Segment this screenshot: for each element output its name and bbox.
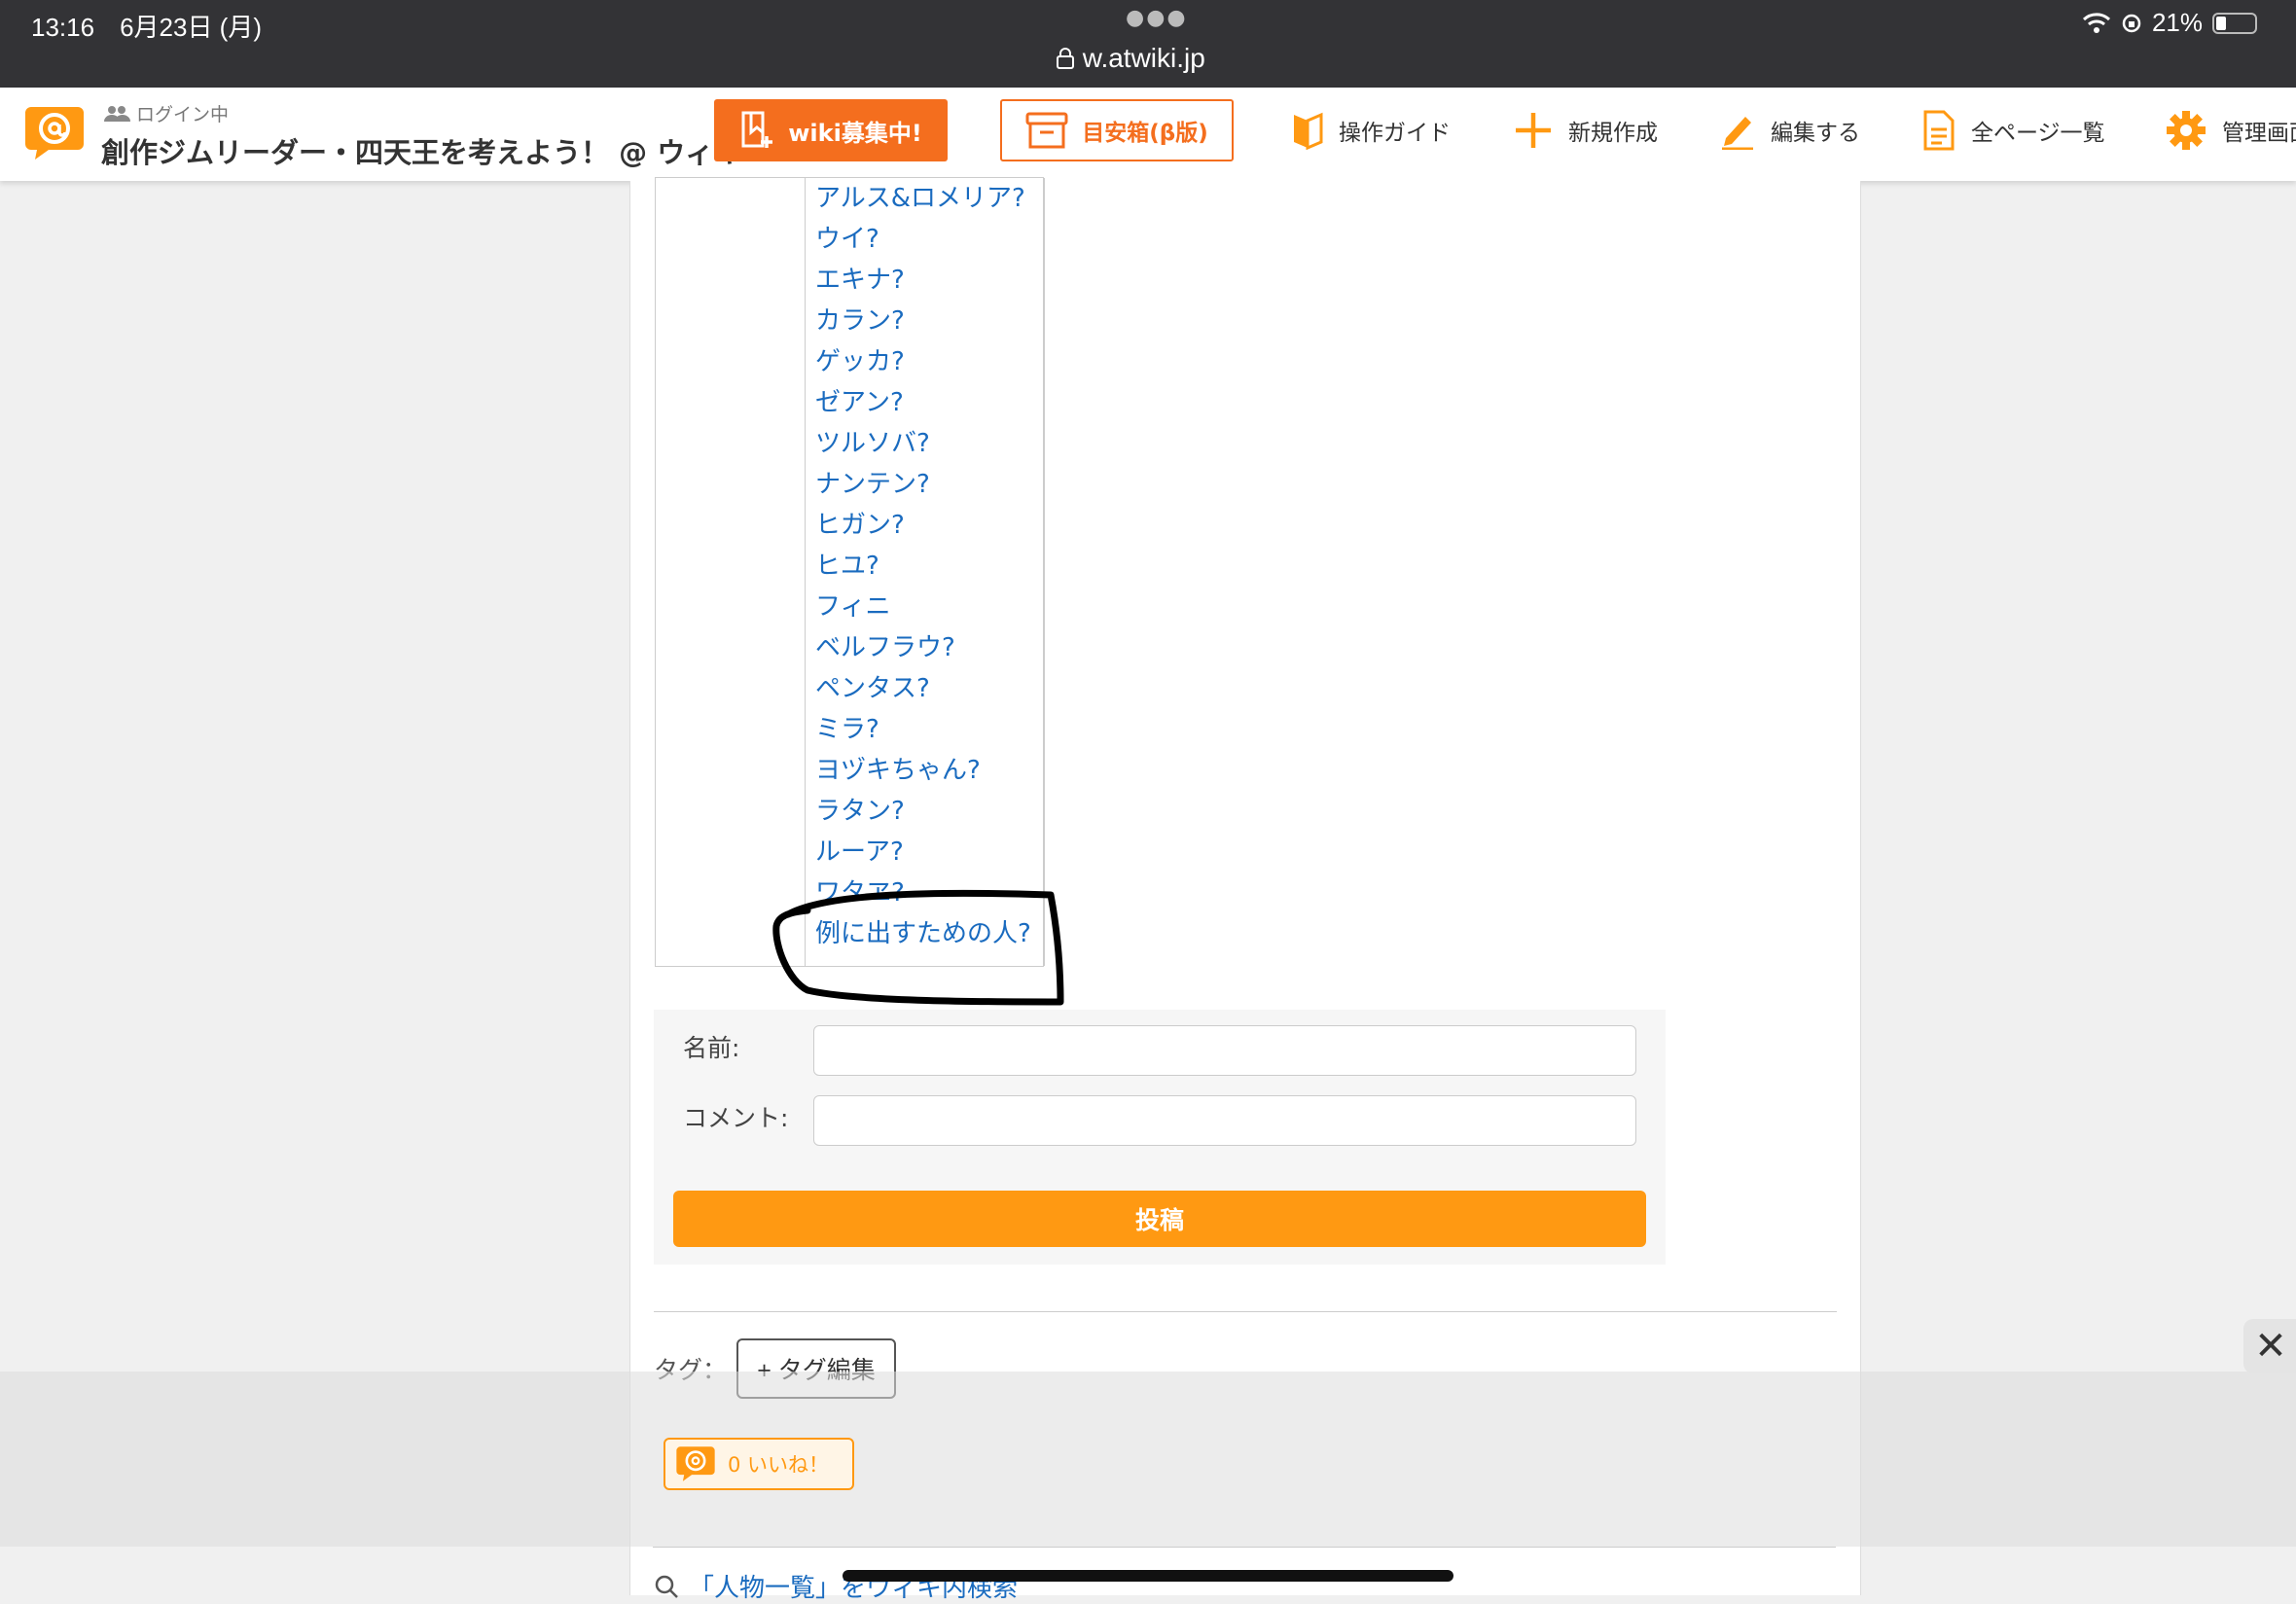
more-dots-icon[interactable]: ●●● xyxy=(1126,6,1188,30)
character-link[interactable]: ゲッカ? xyxy=(815,341,905,377)
all-pages-label: 全ページ一覧 xyxy=(1971,121,2105,146)
character-link[interactable]: ミラ? xyxy=(815,709,879,745)
new-page-link[interactable]: 新規作成 xyxy=(1514,103,1658,158)
name-input[interactable] xyxy=(813,1025,1636,1076)
site-header: ログイン中 創作ジムリーダー・四天王を考えよう！ @ ウィキ wiki募集中! … xyxy=(0,88,2296,181)
character-link[interactable]: ヨヅキちゃん? xyxy=(815,750,981,786)
character-list-table: アルス&ロメリア? ウイ? エキナ? カラン? ゲッカ? ゼアン? ツルソバ? … xyxy=(655,177,1045,967)
all-pages-link[interactable]: 全ページ一覧 xyxy=(1922,103,2105,158)
atwiki-like-icon xyxy=(676,1446,715,1481)
comment-form: 名前: コメント: 投稿 xyxy=(654,1010,1666,1265)
wiki-recruit-label: wiki募集中! xyxy=(788,119,922,147)
like-button[interactable]: 0 いいね！ xyxy=(664,1438,854,1490)
address-bar[interactable]: w.atwiki.jp xyxy=(1056,43,1205,74)
battery-icon xyxy=(2212,12,2257,34)
guide-label: 操作ガイド xyxy=(1339,121,1451,146)
wiki-recruit-button[interactable]: wiki募集中! xyxy=(714,99,948,161)
character-link[interactable]: アルス&ロメリア? xyxy=(815,178,1025,214)
character-link[interactable]: ワタヱ? xyxy=(815,873,905,909)
suggestion-box-button[interactable]: 目安箱(β版) xyxy=(1000,99,1234,161)
character-link[interactable]: ペンタス? xyxy=(815,668,930,704)
login-status: ログイン中 xyxy=(103,100,229,126)
character-list-cell: アルス&ロメリア? ウイ? エキナ? カラン? ゲッカ? ゼアン? ツルソバ? … xyxy=(805,178,1045,966)
url-text: w.atwiki.jp xyxy=(1082,43,1205,73)
section-divider xyxy=(653,1547,1836,1548)
atwiki-logo-icon[interactable] xyxy=(23,105,86,161)
edit-link[interactable]: 編集する xyxy=(1720,103,1860,158)
suggestion-box-label: 目安箱(β版) xyxy=(1082,121,1208,146)
guide-link[interactable]: 操作ガイド xyxy=(1292,103,1451,158)
section-divider xyxy=(654,1311,1837,1312)
character-link[interactable]: ナンテン? xyxy=(815,464,930,500)
bookmark-add-icon xyxy=(741,111,773,148)
character-link[interactable]: ラタン? xyxy=(815,791,905,827)
battery-percent: 21% xyxy=(2151,8,2203,37)
beginner-mark-icon xyxy=(1294,112,1323,150)
character-link[interactable]: ツルソバ? xyxy=(815,423,930,459)
edit-label: 編集する xyxy=(1771,121,1860,146)
users-icon xyxy=(104,105,130,122)
character-link[interactable]: ベルフラウ? xyxy=(815,627,955,663)
comment-input[interactable] xyxy=(813,1095,1636,1146)
character-link[interactable]: ゼアン? xyxy=(815,382,904,418)
character-link[interactable]: ヒユ? xyxy=(815,546,879,582)
status-bar: 13:16 6月23日 (月) ●●● w.atwiki.jp 21% xyxy=(0,0,2296,88)
comment-label: コメント: xyxy=(683,1104,789,1132)
rotation-lock-icon xyxy=(2122,14,2141,32)
character-link[interactable]: ヒガン? xyxy=(815,505,905,541)
new-page-label: 新規作成 xyxy=(1568,121,1658,146)
admin-link[interactable]: 管理画面 xyxy=(2166,103,2296,158)
character-link[interactable]: 例に出すための人? xyxy=(815,913,1031,949)
wifi-icon xyxy=(2082,12,2110,33)
home-indicator[interactable] xyxy=(843,1570,1453,1582)
close-icon: ✕ xyxy=(2254,1324,2287,1369)
login-label: ログイン中 xyxy=(136,104,230,125)
status-right: 21% xyxy=(2082,8,2257,38)
document-icon xyxy=(1923,110,1955,151)
plus-icon xyxy=(1516,113,1551,148)
wiki-title[interactable]: 創作ジムリーダー・四天王を考えよう！ @ ウィキ xyxy=(101,130,741,171)
character-link[interactable]: ウイ? xyxy=(815,219,879,255)
name-label: 名前: xyxy=(683,1034,740,1062)
character-link[interactable]: カラン? xyxy=(815,301,905,337)
close-overlay-button[interactable]: ✕ xyxy=(2243,1319,2296,1373)
admin-label: 管理画面 xyxy=(2222,121,2296,146)
character-link[interactable]: エキナ? xyxy=(815,260,905,296)
lock-icon xyxy=(1057,48,1074,69)
character-link[interactable]: ルーア? xyxy=(815,832,904,868)
pencil-icon xyxy=(1722,117,1753,150)
character-link[interactable]: フィニ xyxy=(815,587,890,623)
box-icon xyxy=(1025,112,1068,149)
gear-icon xyxy=(2167,111,2206,150)
like-count: 0 いいね！ xyxy=(728,1453,830,1477)
status-time: 13:16 6月23日 (月) xyxy=(31,13,262,42)
ad-overlay-band xyxy=(0,1372,2296,1547)
post-button[interactable]: 投稿 xyxy=(673,1191,1646,1247)
